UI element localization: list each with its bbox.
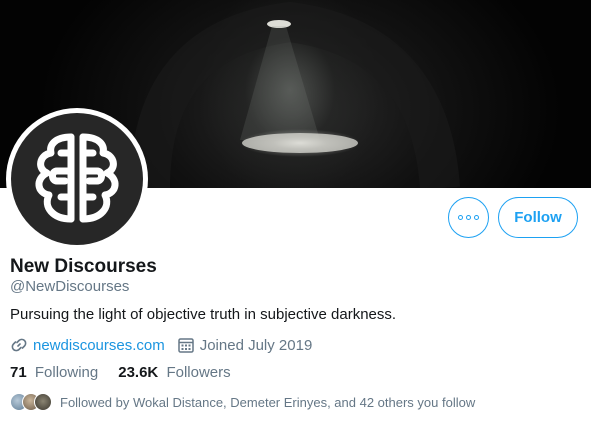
- dot: [474, 215, 479, 220]
- followers-count: 23.6K: [118, 364, 159, 381]
- profile-meta: newdiscourses.com Joined July 2019: [10, 335, 312, 355]
- link-icon: [10, 336, 28, 354]
- more-options-button[interactable]: [448, 197, 489, 238]
- website-link[interactable]: newdiscourses.com: [33, 337, 165, 354]
- followers-stat[interactable]: 23.6K Followers: [118, 364, 230, 381]
- follower-avatar: [34, 393, 52, 411]
- brain-logo-icon: [35, 133, 119, 223]
- followed-by-row[interactable]: Followed by Wokal Distance, Demeter Erin…: [10, 392, 475, 412]
- avatar-background: [11, 113, 143, 245]
- follow-button[interactable]: Follow: [498, 197, 578, 238]
- dot: [458, 215, 463, 220]
- followers-label: Followers: [166, 364, 231, 381]
- profile-avatar[interactable]: [6, 108, 148, 250]
- profile-bio: Pursuing the light of objective truth in…: [10, 306, 397, 323]
- profile-handle: @NewDiscourses: [10, 278, 130, 295]
- joined-date: Joined July 2019: [199, 336, 313, 354]
- profile-name: New Discourses: [10, 256, 157, 277]
- followed-by-text: Followed by Wokal Distance, Demeter Erin…: [60, 394, 476, 410]
- calendar-icon: [177, 336, 195, 354]
- following-stat[interactable]: 71 Following: [10, 364, 98, 381]
- follower-avatars: [10, 392, 54, 412]
- profile-stats: 71 Following 23.6K Followers: [10, 364, 251, 381]
- more-options-icon: [458, 215, 479, 220]
- following-label: Following: [34, 364, 99, 381]
- dot: [466, 215, 471, 220]
- following-count: 71: [10, 364, 27, 381]
